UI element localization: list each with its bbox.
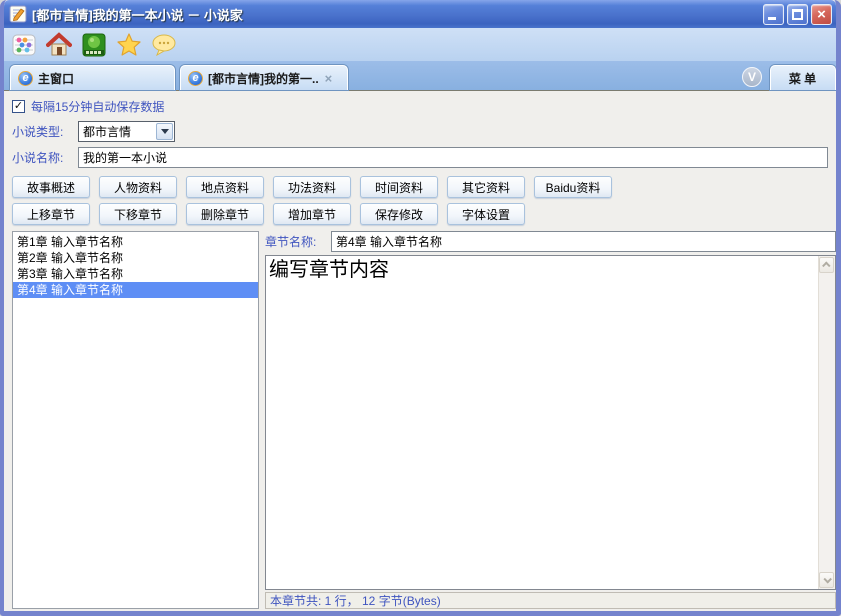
main-split: 第1章 输入章节名称 第2章 输入章节名称 第3章 输入章节名称 第4章 输入章… [12,231,836,609]
browser-e-icon: e [188,70,203,86]
tab-label: 主窗口 [38,71,75,86]
scroll-up-button[interactable] [819,257,834,273]
tab-main-window[interactable]: e 主窗口 [10,65,175,90]
chapter-content-text: 编写章节内容 [269,259,389,281]
plant-icon[interactable] [81,32,107,58]
app-notepad-icon [9,5,27,23]
save-changes-button[interactable]: 保存修改 [360,203,438,225]
editor-statusbar: 本章节共: 1 行， 12 字节(Bytes) [265,592,836,609]
skill-info-button[interactable]: 功法资料 [273,176,351,198]
star-icon[interactable] [116,32,142,58]
move-chapter-up-button[interactable]: 上移章节 [12,203,90,225]
combo-dropdown-button[interactable] [156,123,173,140]
editor-panel: 章节名称: 编写章节内容 本章节共: 1 行， 12 字节(Bytes) [265,231,836,609]
chat-bubble-icon[interactable] [151,32,177,58]
resource-button-row: 故事概述 人物资料 地点资料 功法资料 时间资料 其它资料 Baidu资料 [12,176,836,198]
tab-novel[interactable]: e [都市言情]我的第一.. × [180,65,348,90]
app-window: [都市言情]我的第一本小说 － 小说家 × e 主窗口 e [都市言情]我的第一… [0,0,841,616]
autosave-checkbox[interactable]: ✓ [12,99,25,113]
scroll-down-button[interactable] [819,572,834,588]
maximize-button[interactable] [787,3,808,25]
chapter-list: 第1章 输入章节名称 第2章 输入章节名称 第3章 输入章节名称 第4章 输入章… [12,231,259,609]
titlebar: [都市言情]我的第一本小说 － 小说家 × [4,0,836,28]
chevron-down-icon [160,129,169,134]
close-button[interactable]: × [811,3,832,25]
tab-bar: e 主窗口 e [都市言情]我的第一.. × V 菜 单 [4,61,836,90]
chapter-list-item[interactable]: 第3章 输入章节名称 [13,266,258,282]
toolbar [4,28,836,61]
baidu-info-button[interactable]: Baidu资料 [534,176,612,198]
tabbar-right-group: V 菜 单 [742,65,836,90]
editor-scrollbar[interactable] [818,256,835,589]
tab-dropdown-v-button[interactable]: V [742,67,762,87]
minimize-button[interactable] [763,3,784,25]
chapter-name-label: 章节名称: [265,235,317,249]
time-info-button[interactable]: 时间资料 [360,176,438,198]
delete-chapter-button[interactable]: 删除章节 [186,203,264,225]
status-text: 本章节共: 1 行， 12 字节(Bytes) [270,594,441,608]
home-icon[interactable] [46,31,72,58]
chapter-list-item[interactable]: 第2章 输入章节名称 [13,250,258,266]
move-chapter-down-button[interactable]: 下移章节 [99,203,177,225]
add-chapter-button[interactable]: 增加章节 [273,203,351,225]
chapter-button-row: 上移章节 下移章节 删除章节 增加章节 保存修改 字体设置 [12,203,836,225]
novel-type-row: 小说类型: 都市言情 [12,121,836,142]
window-title: [都市言情]我的第一本小说 － 小说家 [32,7,243,23]
novel-name-row: 小说名称: [12,147,828,168]
chapter-list-item-selected[interactable]: 第4章 输入章节名称 [13,282,258,298]
location-info-button[interactable]: 地点资料 [186,176,264,198]
story-overview-button[interactable]: 故事概述 [12,176,90,198]
chapter-name-row: 章节名称: [265,231,836,252]
novel-type-label: 小说类型: [12,125,64,139]
tab-label: [都市言情]我的第一.. [208,71,319,86]
close-icon: × [817,5,826,23]
novel-type-select[interactable]: 都市言情 [78,121,175,142]
novel-type-value: 都市言情 [83,125,132,139]
chevron-up-icon [821,261,831,270]
chapter-name-input[interactable] [331,231,836,252]
chevron-down-icon [822,575,832,584]
maximize-icon [792,8,803,20]
chapter-content-editor[interactable]: 编写章节内容 [265,255,836,590]
other-info-button[interactable]: 其它资料 [447,176,525,198]
novel-name-input[interactable] [78,147,828,168]
tab-close-icon[interactable]: × [325,71,333,86]
autosave-row: ✓ 每隔15分钟自动保存数据 [12,98,836,114]
autosave-label: 每隔15分钟自动保存数据 [31,99,165,114]
menu-button-label: 菜 单 [788,71,817,86]
menu-button[interactable]: 菜 单 [770,65,836,90]
font-settings-button[interactable]: 字体设置 [447,203,525,225]
novel-name-label: 小说名称: [12,151,64,165]
character-info-button[interactable]: 人物资料 [99,176,177,198]
content-area: ✓ 每隔15分钟自动保存数据 小说类型: 都市言情 小说名称: 故事概述 人物资… [4,90,836,611]
abacus-icon[interactable] [11,32,37,58]
chapter-list-item[interactable]: 第1章 输入章节名称 [13,234,258,250]
browser-e-icon: e [18,70,33,86]
minimize-icon [768,16,776,20]
